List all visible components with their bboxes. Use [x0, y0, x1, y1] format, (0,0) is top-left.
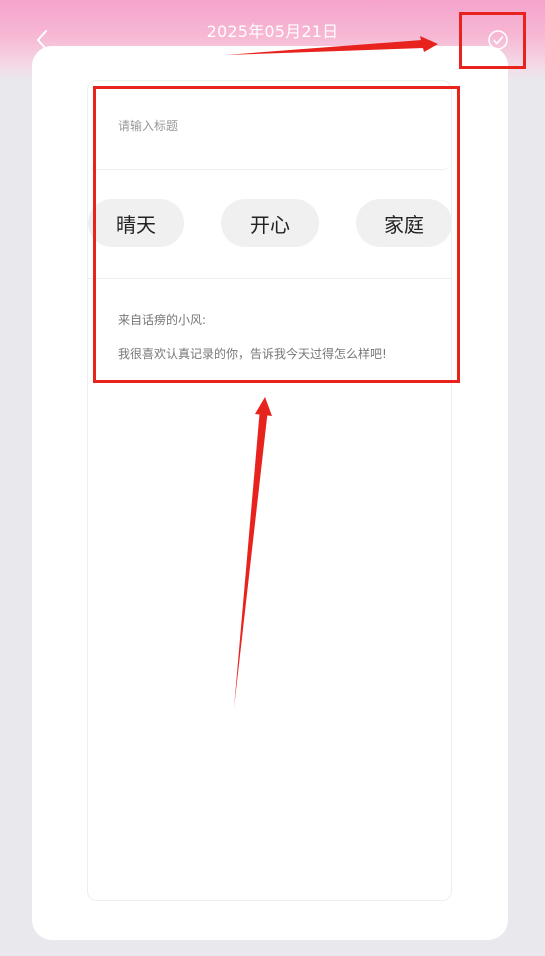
tag-happy[interactable]: 开心 [221, 199, 319, 247]
hint-text: 我很喜欢认真记录的你，告诉我今天过得怎么样吧! [118, 347, 387, 361]
tag-sunny[interactable]: 晴天 [88, 199, 184, 247]
hint-from-label: 来自话痨的小风: [118, 313, 207, 327]
diary-body-input[interactable] [118, 372, 438, 882]
content-divider [88, 278, 451, 279]
title-input[interactable] [118, 116, 438, 136]
date-title: 2025年05月21日 [206, 22, 339, 41]
tag-family[interactable]: 家庭 [356, 199, 452, 247]
